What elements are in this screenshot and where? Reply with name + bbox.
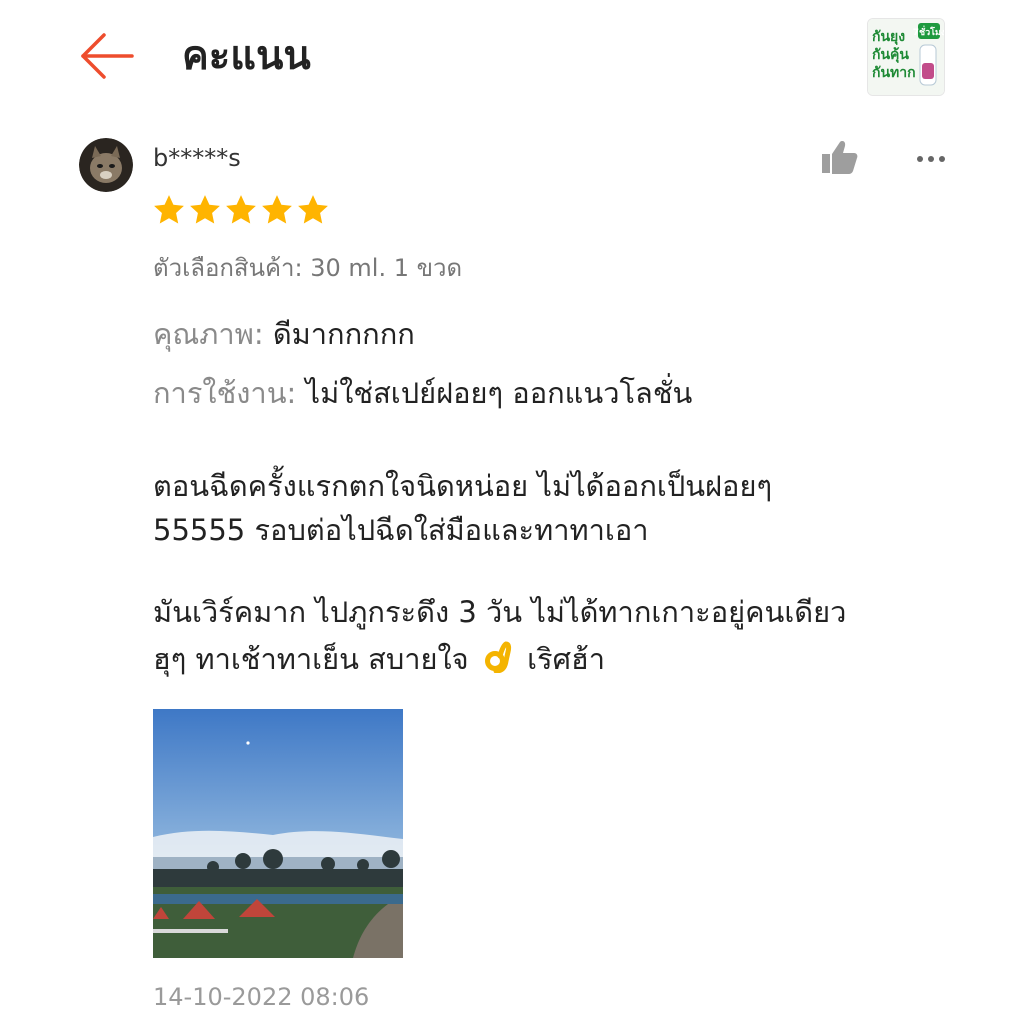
review-text-line: 55555 รอบต่อไปฉีดใส่มือและทาทาเอา [153, 513, 649, 547]
more-options-button[interactable] [912, 144, 950, 174]
page-title: คะแนน [182, 33, 311, 79]
product-thumbnail[interactable]: 7ชั่วโมง กันยุง กันคุ้น กันทาก [867, 18, 945, 96]
reviewer-username: b*****s [153, 144, 241, 172]
quality-label: คุณภาพ: [153, 317, 264, 351]
review-text-line: ตอนฉีดครั้งแรกตกใจนิดหน่อย ไม่ได้ออกเป็น… [153, 469, 773, 503]
usage-value: ไม่ใช่สเปย์ฝอยๆ ออกแนวโลชั่น [305, 376, 693, 410]
star-icon [262, 195, 292, 224]
avatar[interactable] [79, 138, 133, 192]
star-icon [298, 195, 328, 224]
quality-line: คุณภาพ: ดีมากกกกก [153, 314, 415, 354]
campsite-photo [153, 709, 403, 958]
quality-value: ดีมากกกกก [272, 317, 415, 351]
review-photo[interactable] [153, 709, 403, 958]
ok-hand-emoji [484, 641, 511, 673]
more-dots-icon [917, 156, 945, 162]
usage-line: การใช้งาน: ไม่ใช่สเปย์ฝอยๆ ออกแนวโลชั่น [153, 373, 692, 413]
star-icon [190, 195, 220, 224]
cat-avatar-image [79, 138, 133, 192]
thumbs-up-icon [822, 141, 858, 174]
thumb-line-1: กันยุง [872, 29, 905, 45]
variant-line: ตัวเลือกสินค้า: 30 ml. 1 ขวด [153, 252, 462, 284]
star-icon [154, 195, 184, 224]
thumb-line-2: กันคุ้น [872, 47, 909, 63]
review-text-fragment: เริศฮ้า [527, 642, 605, 676]
review-text-line: มันเวิร์คมาก ไปภูกระดึง 3 วัน ไม่ได้ทากเ… [153, 595, 847, 629]
header-bar: คะแนน 7ชั่วโมง กันยุง กันคุ้น กันทาก [0, 0, 1024, 120]
back-button[interactable] [78, 30, 136, 82]
review-text-fragment: ฮุๆ ทาเช้าทาเย็น สบายใจ [153, 642, 469, 676]
like-button[interactable] [818, 138, 860, 178]
review-text-line: ฮุๆ ทาเช้าทาเย็น สบายใจ เริศฮ้า [153, 638, 953, 680]
review-timestamp: 14-10-2022 08:06 [153, 983, 370, 1011]
arrow-left-icon [81, 33, 134, 79]
variant-label: ตัวเลือกสินค้า: [153, 254, 303, 282]
usage-label: การใช้งาน: [153, 376, 297, 410]
star-rating [152, 193, 330, 227]
thumb-line-3: กันทาก [872, 65, 916, 81]
variant-value: 30 ml. 1 ขวด [310, 254, 463, 282]
star-icon [226, 195, 256, 224]
